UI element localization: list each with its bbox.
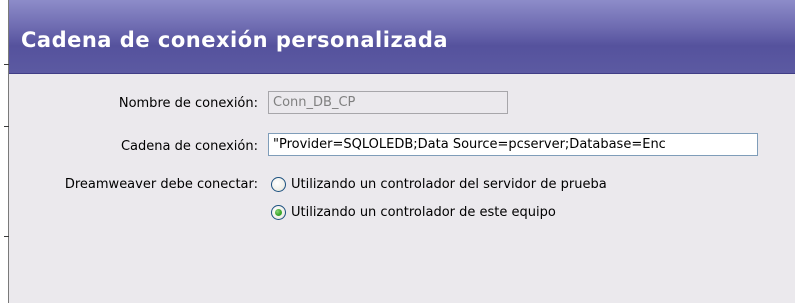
connection-string-label: Cadena de conexión: <box>120 139 258 154</box>
dialog-title-bar: Cadena de conexión personalizada <box>9 0 795 74</box>
connection-name-field[interactable]: Conn_DB_CP <box>268 91 508 114</box>
dialog-title: Cadena de conexión personalizada <box>21 28 449 52</box>
radio-local-driver-label[interactable]: Utilizando un controlador de este equipo <box>291 205 556 220</box>
radio-button-checked[interactable] <box>271 204 286 220</box>
connection-name-label: Nombre de conexión: <box>118 96 258 111</box>
radio-test-server-driver-label[interactable]: Utilizando un controlador del servidor d… <box>291 177 607 192</box>
radio-local-driver[interactable]: Utilizando un controlador de este equipo <box>271 203 556 221</box>
connection-string-field[interactable]: "Provider=SQLOLEDB;Data Source=pcserver;… <box>268 133 758 156</box>
connect-via-label: Dreamweaver debe conectar: <box>64 177 258 192</box>
radio-test-server-driver[interactable]: Utilizando un controlador del servidor d… <box>271 175 607 193</box>
title-bar-divider <box>9 73 795 74</box>
radio-button-unchecked[interactable] <box>271 176 286 192</box>
custom-connection-dialog: Cadena de conexión personalizada Nombre … <box>9 0 795 303</box>
window-left-edge <box>0 0 9 303</box>
